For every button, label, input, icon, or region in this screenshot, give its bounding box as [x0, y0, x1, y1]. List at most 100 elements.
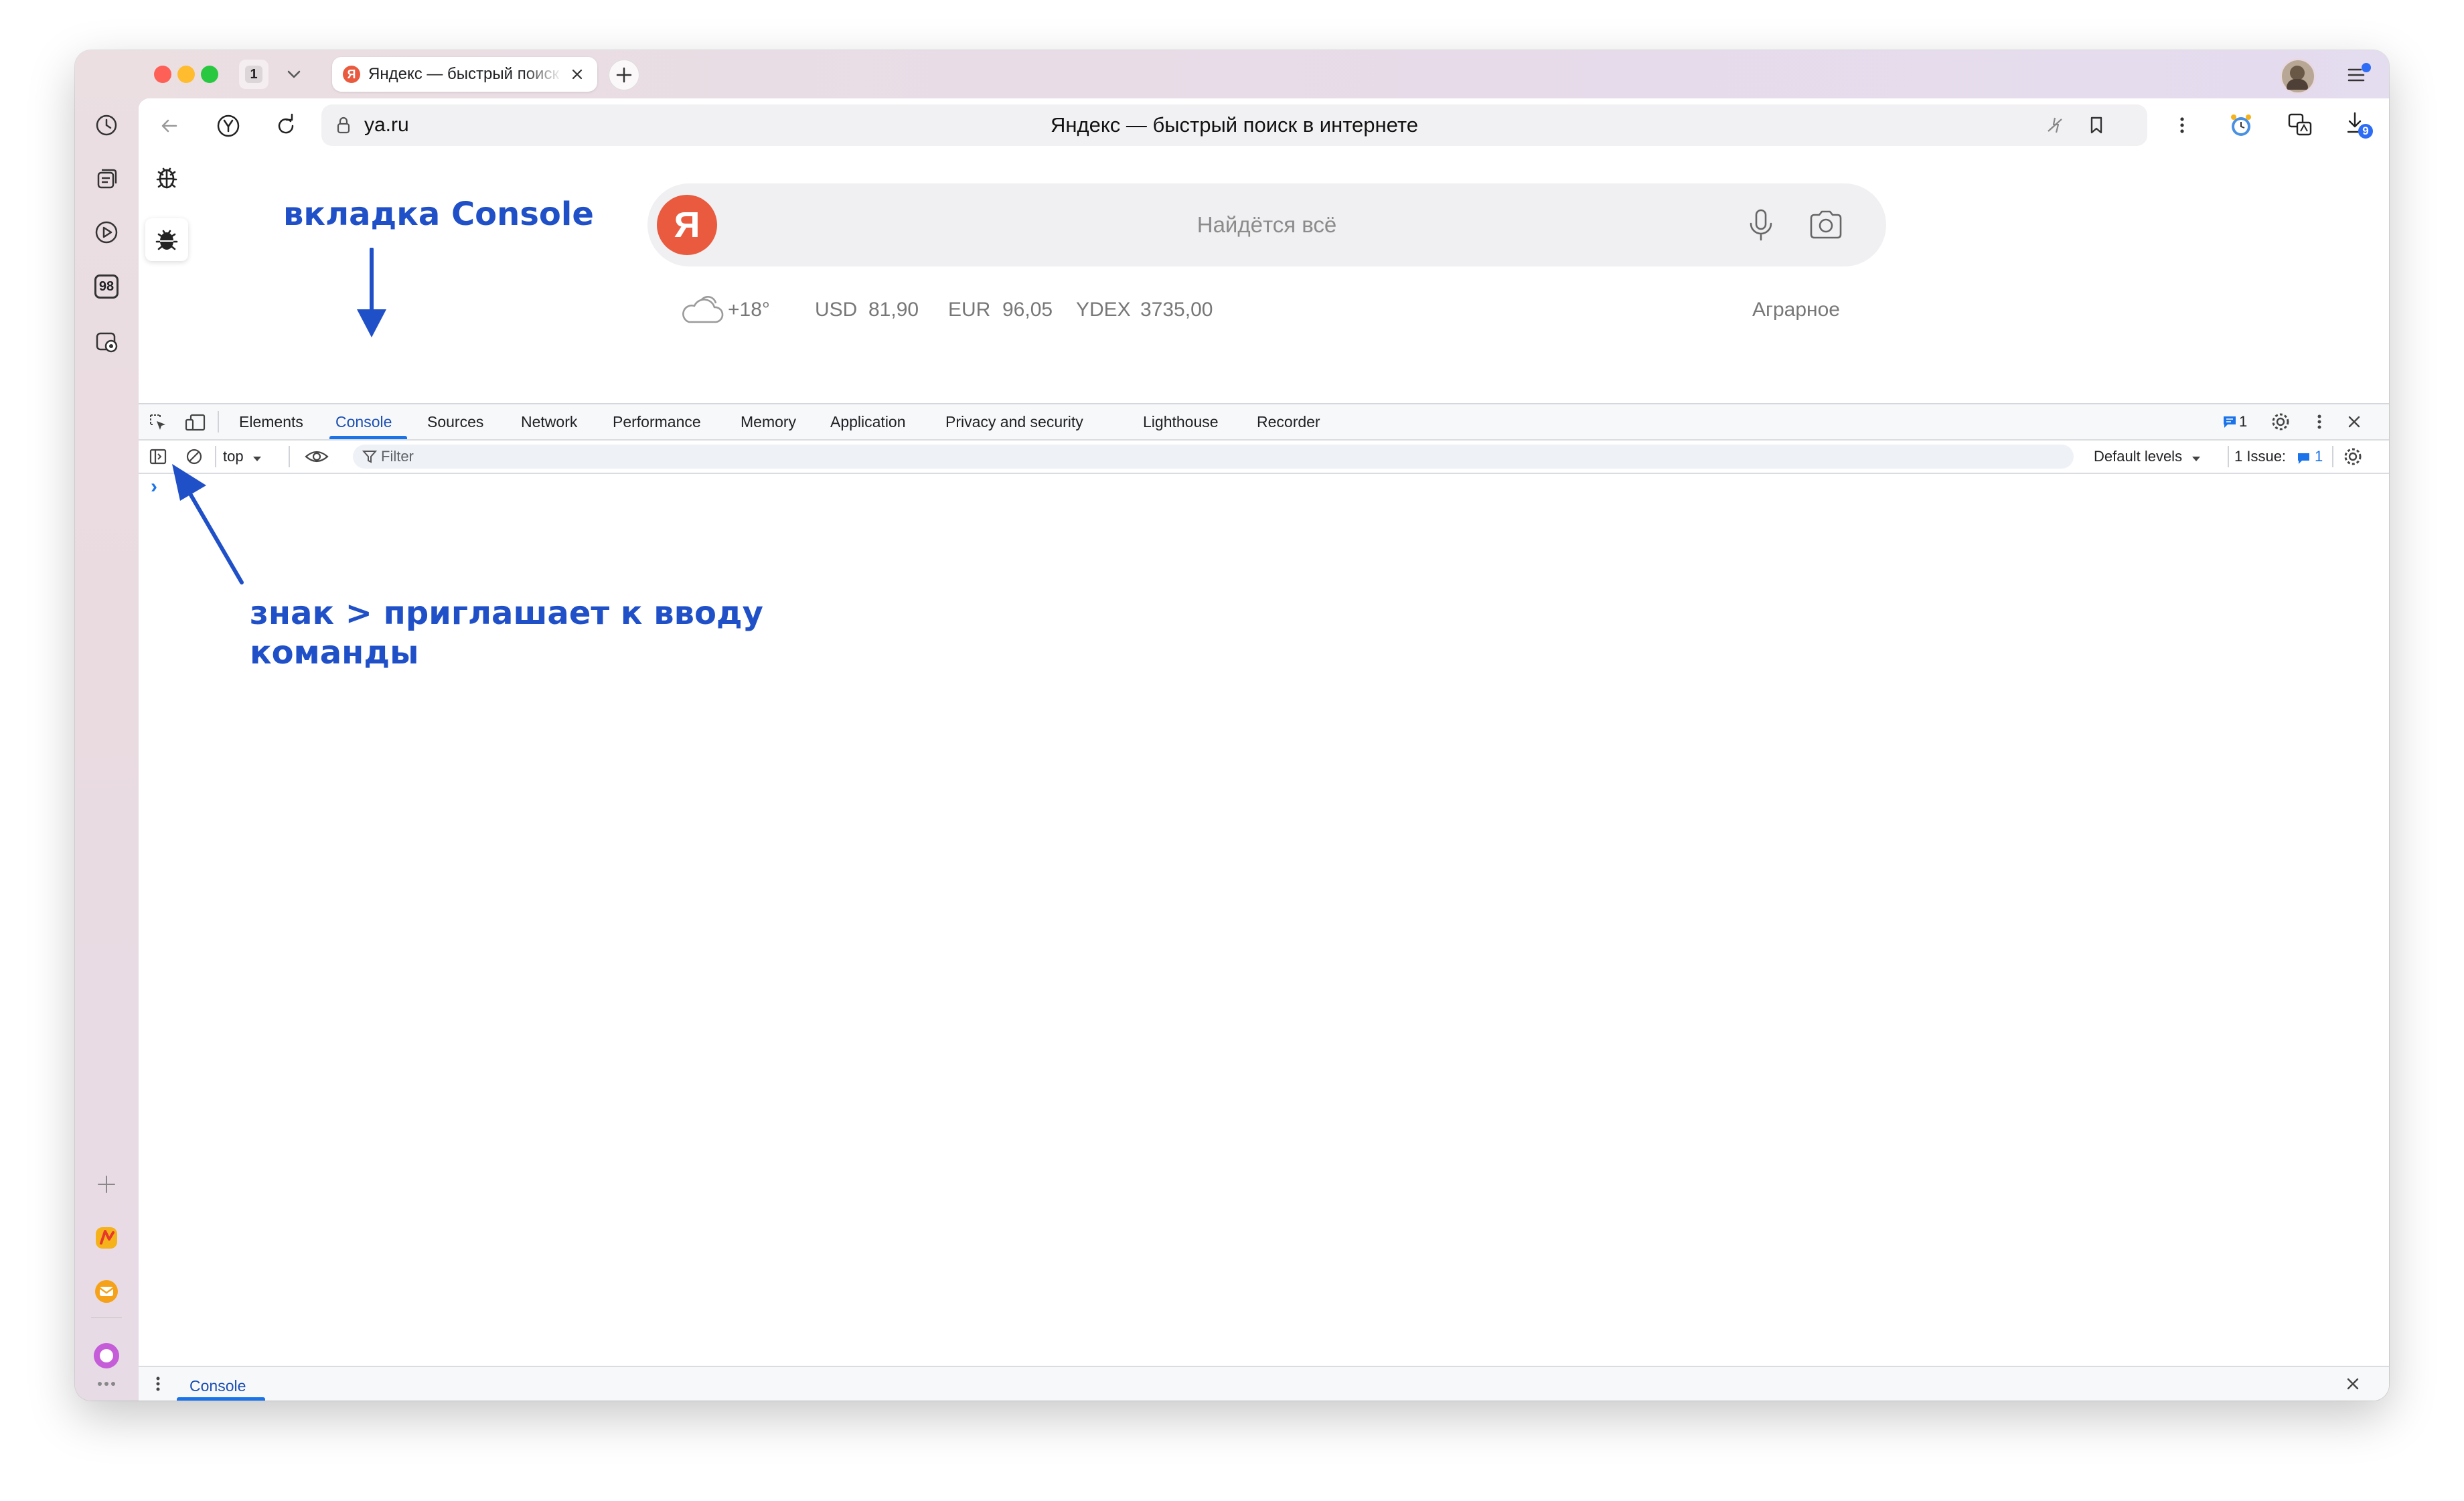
counter-badge[interactable]: 98: [90, 270, 123, 303]
tab-elements[interactable]: Elements: [239, 404, 303, 439]
translate-icon[interactable]: [2284, 109, 2316, 141]
counter-badge-number: 98: [94, 274, 119, 299]
ydex-value[interactable]: 3735,00: [1140, 291, 1213, 329]
weather-temperature[interactable]: +18°: [728, 291, 770, 329]
toolbar-divider: [2228, 446, 2229, 467]
collections-icon[interactable]: [90, 162, 123, 195]
devtools-settings-icon[interactable]: [2269, 410, 2292, 433]
tab-title: Яндекс — быстрый поиск в интернете: [368, 65, 562, 83]
more-options-icon[interactable]: [2169, 112, 2196, 139]
tab-privacy-and-security[interactable]: Privacy and security: [945, 404, 1083, 439]
search-box[interactable]: Я Найдётся всё: [647, 183, 1886, 266]
market-app-icon[interactable]: [90, 1221, 123, 1255]
menu-icon[interactable]: [2345, 61, 2372, 88]
history-icon[interactable]: [90, 108, 123, 142]
new-tab-button[interactable]: [609, 60, 639, 90]
video-play-icon[interactable]: [90, 216, 123, 249]
active-tab[interactable]: Я Яндекс — быстрый поиск в интернете: [332, 57, 597, 92]
live-expression-eye-icon[interactable]: [303, 445, 330, 468]
drawer-more-icon[interactable]: [148, 1374, 168, 1394]
toolbar-divider: [289, 446, 290, 467]
url-text[interactable]: ya.ru: [364, 104, 409, 146]
tab-network[interactable]: Network: [521, 404, 577, 439]
alice-assistant-icon[interactable]: [90, 1339, 123, 1372]
filter-input[interactable]: Filter: [353, 445, 2074, 469]
lock-icon[interactable]: [331, 112, 356, 138]
eur-label[interactable]: EUR: [948, 291, 990, 329]
browser-window: 1 Я Яндекс — быстрый поиск в интернете: [75, 50, 2389, 1401]
sidebar: 98: [75, 98, 139, 1401]
cloud-weather-icon[interactable]: [680, 290, 726, 330]
active-tab-indicator: [329, 436, 407, 439]
tab-lighthouse[interactable]: Lighthouse: [1143, 404, 1219, 439]
annotation-prompt-line1: знак > приглашает к вводу: [250, 595, 763, 632]
title-bar: 1 Я Яндекс — быстрый поиск в интернете: [75, 50, 2389, 98]
usd-label[interactable]: USD: [815, 291, 857, 329]
tab-counter[interactable]: 1: [239, 60, 268, 89]
tabs-dropdown-icon[interactable]: [279, 60, 309, 89]
screenshot-icon[interactable]: [90, 325, 123, 358]
camera-search-icon[interactable]: [1806, 206, 1846, 244]
console-prompt[interactable]: ›: [151, 475, 157, 498]
tab-recorder[interactable]: Recorder: [1257, 404, 1320, 439]
bookmark-icon[interactable]: [2084, 112, 2109, 138]
drawer-active-indicator: [177, 1397, 265, 1401]
tab-application[interactable]: Application: [830, 404, 906, 439]
drawer-close-icon[interactable]: [2341, 1372, 2364, 1395]
page-title-text: Яндекс — быстрый поиск в интернете: [1051, 113, 1418, 137]
annotation-console-tab: вкладка Console: [283, 195, 594, 233]
devtools-close-icon[interactable]: [2343, 410, 2366, 433]
sidebar-divider: [91, 1317, 122, 1318]
mail-app-icon[interactable]: [90, 1275, 123, 1308]
usd-value[interactable]: 81,90: [868, 291, 919, 329]
device-toolbar-icon[interactable]: [184, 412, 207, 432]
log-levels-value: Default levels: [2094, 448, 2183, 465]
console-settings-icon[interactable]: [2341, 445, 2364, 468]
ydex-label[interactable]: YDEX: [1076, 291, 1131, 329]
omnibox[interactable]: ya.ru Яндекс — быстрый поиск в интернете: [321, 104, 2147, 146]
yandex-home-icon[interactable]: [212, 110, 244, 142]
microphone-icon[interactable]: [1742, 206, 1780, 244]
issue-message-icon: [2297, 453, 2309, 464]
tab-sources[interactable]: Sources: [427, 404, 483, 439]
tab-console[interactable]: Console: [335, 404, 392, 439]
devtools-panel: Elements Console Sources Network Perform…: [139, 403, 2389, 1401]
location-label[interactable]: Аграрное: [1752, 291, 1840, 329]
messages-count: 1: [2239, 413, 2248, 430]
annotation-arrow-up: [172, 464, 244, 584]
toolbar-divider: [218, 411, 219, 432]
messages-counter[interactable]: 1: [2221, 412, 2253, 432]
eur-value[interactable]: 96,05: [1002, 291, 1053, 329]
bug-active-button[interactable]: [145, 218, 188, 261]
devtools-drawer: Console: [139, 1366, 2389, 1401]
back-icon[interactable]: [153, 110, 185, 142]
log-levels-dropdown[interactable]: Default levels: [2094, 441, 2203, 473]
tab-memory[interactable]: Memory: [741, 404, 796, 439]
minimize-window-button[interactable]: [177, 66, 195, 83]
issues-count: 1: [2314, 448, 2323, 465]
tab-performance[interactable]: Performance: [613, 404, 701, 439]
issues-label: 1 Issue:: [2234, 448, 2287, 465]
reload-icon[interactable]: [271, 110, 303, 142]
protection-off-icon[interactable]: [2042, 112, 2068, 138]
devtools-tab-bar: Elements Console Sources Network Perform…: [139, 404, 2389, 441]
bug-icon[interactable]: [148, 159, 185, 196]
more-apps-icon[interactable]: [90, 1374, 123, 1394]
close-window-button[interactable]: [154, 66, 171, 83]
issues-button[interactable]: 1 Issue: 1: [2234, 441, 2323, 473]
profile-avatar[interactable]: [2280, 58, 2316, 94]
filter-placeholder: Filter: [381, 448, 414, 465]
downloads-badge: 9: [2362, 125, 2369, 137]
yandex-favicon-icon: Я: [343, 66, 360, 83]
devtools-more-icon[interactable]: [2308, 410, 2331, 433]
toolbar-divider: [2332, 446, 2333, 467]
drawer-tab-console[interactable]: Console: [189, 1367, 246, 1401]
inspect-element-icon[interactable]: [148, 412, 168, 432]
close-tab-icon[interactable]: [568, 65, 587, 84]
alarm-extension-icon[interactable]: [2225, 109, 2257, 141]
search-placeholder[interactable]: Найдётся всё: [647, 183, 1886, 266]
maximize-window-button[interactable]: [201, 66, 218, 83]
add-sidebar-app-icon[interactable]: [90, 1168, 123, 1201]
downloads-icon[interactable]: 9: [2341, 108, 2376, 143]
address-bar: ya.ru Яндекс — быстрый поиск в интернете: [139, 98, 2389, 153]
